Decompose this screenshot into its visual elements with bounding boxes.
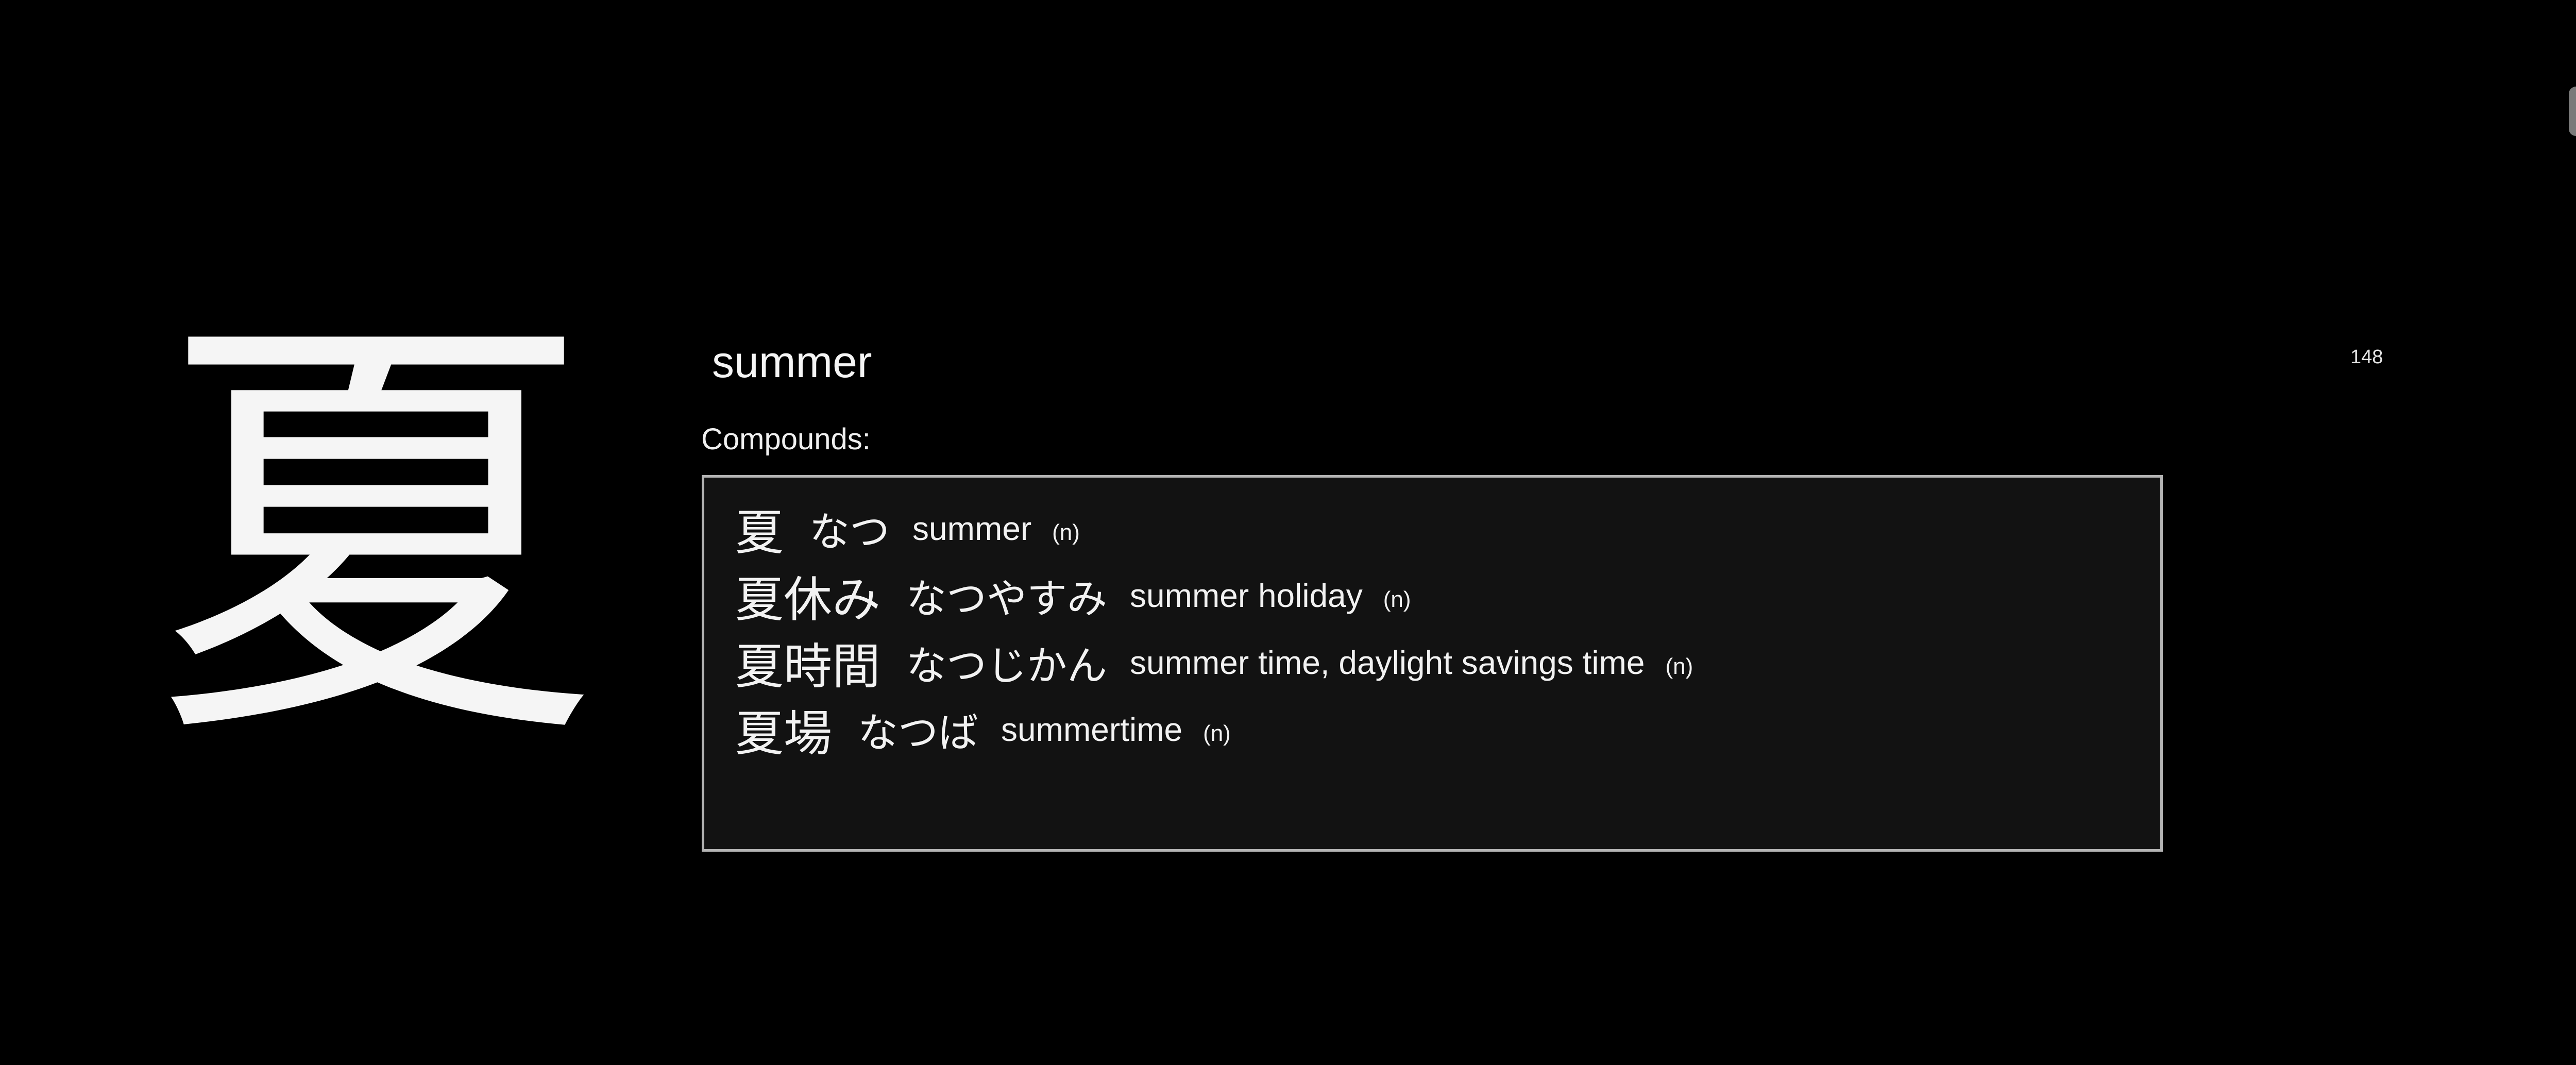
kanji-character: 夏 [155, 278, 598, 793]
compound-gloss: summer holiday [1130, 577, 1363, 614]
compound-row: 夏 なつ summer (n) [735, 495, 2160, 562]
scrollbar-handle[interactable] [2569, 87, 2576, 136]
card-counter: 148 [2350, 346, 2383, 368]
compound-word: 夏休み [735, 572, 881, 628]
compounds-list: 夏 なつ summer (n) 夏休み なつやすみ summer holiday… [702, 475, 2163, 852]
compound-word: 夏 [735, 505, 784, 561]
compound-part-of-speech: (n) [1203, 721, 1231, 746]
compound-reading: なつじかん [906, 643, 1108, 689]
compound-reading: なつば [858, 710, 979, 756]
compound-row: 夏時間 なつじかん summer time, daylight savings … [735, 629, 2160, 696]
compound-word: 夏時間 [735, 639, 881, 695]
compound-part-of-speech: (n) [1052, 520, 1080, 545]
compound-row: 夏休み なつやすみ summer holiday (n) [735, 562, 2160, 629]
compound-gloss: summer [912, 510, 1032, 547]
kanji-meaning: summer [712, 337, 872, 387]
compound-reading: なつ [809, 509, 890, 555]
compound-part-of-speech: (n) [1665, 654, 1693, 679]
compound-part-of-speech: (n) [1383, 587, 1411, 612]
compound-reading: なつやすみ [906, 576, 1108, 622]
compound-gloss: summer time, daylight savings time [1130, 644, 1645, 681]
compound-word: 夏場 [735, 706, 833, 762]
compound-gloss: summertime [1001, 711, 1183, 748]
compound-row: 夏場 なつば summertime (n) [735, 696, 2160, 763]
compounds-label: Compounds: [701, 422, 871, 456]
